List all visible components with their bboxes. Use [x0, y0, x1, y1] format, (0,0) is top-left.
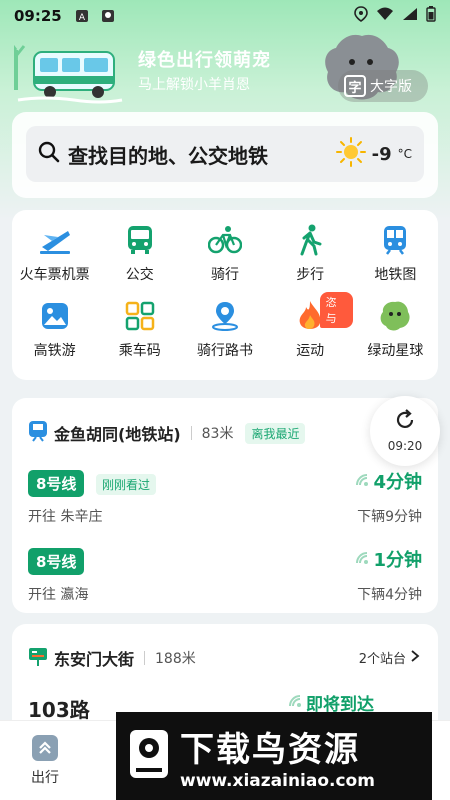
subway-station-icon: [28, 420, 48, 446]
watermark-logo-icon: [126, 726, 172, 786]
line-badge: 8号线: [28, 470, 85, 497]
line-row[interactable]: 8号线 开往 瀛海 1分钟 下辆4分钟: [28, 548, 422, 608]
weather-unit: °C: [397, 147, 412, 161]
photo-icon: [37, 298, 73, 334]
shortcut-bike[interactable]: 骑行: [182, 222, 267, 284]
status-time: 09:25: [14, 7, 62, 25]
large-font-mode-button[interactable]: 字 大字版: [338, 70, 428, 102]
nearest-tag: 离我最近: [245, 422, 306, 444]
shortcut-cycling-routes[interactable]: 骑行路书: [182, 298, 267, 360]
watermark-text: 下载鸟资源: [180, 729, 360, 770]
subway-icon: [377, 222, 413, 258]
shortcut-ride-code[interactable]: 乘车码: [97, 298, 182, 360]
bus-illustration-icon: [8, 40, 124, 106]
nav-label: 出行: [31, 770, 59, 786]
stops-link[interactable]: 2个站台: [359, 648, 420, 667]
shortcut-train-plane[interactable]: 火车票机票: [12, 222, 97, 284]
arrival-time: 1分钟: [355, 546, 422, 572]
shortcut-label: 骑行: [210, 267, 239, 283]
shortcut-label: 乘车码: [118, 343, 161, 359]
bus-icon: [122, 222, 158, 258]
search-icon: [38, 141, 60, 167]
shortcut-subway-map[interactable]: 地铁图: [353, 222, 438, 284]
shortcut-label: 地铁图: [374, 267, 417, 283]
signal-icon: [402, 7, 418, 25]
station-header: 东安门大街 188米: [28, 646, 196, 670]
divider: [144, 651, 146, 665]
station-name: 金鱼胡同(地铁站): [54, 425, 181, 444]
shortcut-label: 步行: [296, 267, 325, 283]
next-arrival: 下辆4分钟: [357, 587, 422, 603]
refresh-icon: [394, 409, 416, 435]
line-direction: 开往 朱辛庄: [28, 509, 103, 525]
arrival-value: 4分钟: [373, 472, 422, 493]
realtime-signal-icon: [288, 693, 302, 713]
search-input[interactable]: 查找目的地、公交地铁 -9 °C: [26, 126, 424, 182]
chevron-right-icon: [410, 649, 420, 666]
realtime-signal-icon: [355, 549, 369, 570]
nav-item-travel[interactable]: 出行: [20, 735, 70, 787]
shortcut-bus[interactable]: 公交: [97, 222, 182, 284]
bus-stop-icon: [28, 646, 48, 670]
status-bar: 09:25 A: [0, 0, 450, 32]
line-badge: 8号线: [28, 548, 85, 575]
recently-viewed-tag: 刚刚看过: [96, 474, 157, 495]
route-pin-icon: [207, 298, 243, 334]
double-chevron-up-icon: [32, 735, 58, 761]
station-distance: 188米: [155, 651, 196, 667]
watermark-overlay: 下载鸟资源 www.xiazainiao.com: [116, 712, 432, 800]
shortcut-sports[interactable]: 恣与 运动: [268, 292, 353, 360]
maps-app-icon: [100, 8, 116, 24]
shortcut-label: 火车票机票: [19, 267, 90, 283]
font-size-icon: 字: [344, 75, 366, 97]
banner-subtitle: 马上解锁小羊肖恩: [138, 77, 250, 93]
shortcut-grid-card: 火车票机票 公交 骑行 步行 地铁图 高铁游 乘车码 骑行路书 恣与 运动 绿动…: [12, 210, 438, 380]
search-card: 查找目的地、公交地铁 -9 °C: [12, 112, 438, 198]
divider: [190, 426, 192, 440]
shortcut-walk[interactable]: 步行: [268, 222, 353, 284]
bike-icon: [207, 222, 243, 258]
shortcut-label: 高铁游: [33, 343, 76, 359]
shortcut-label: 运动: [296, 343, 325, 359]
station-name: 东安门大街: [54, 650, 135, 669]
shortcut-label: 公交: [125, 267, 154, 283]
shortcut-hsr-tour[interactable]: 高铁游: [12, 298, 97, 360]
next-arrival: 下辆9分钟: [357, 509, 422, 525]
watermark-url: www.xiazainiao.com: [180, 770, 375, 791]
shortcut-label: 绿动星球: [367, 343, 424, 359]
svg-text:A: A: [79, 13, 86, 23]
promo-banner[interactable]: 绿色出行领萌宠 马上解锁小羊肖恩 字 大字版: [0, 32, 450, 110]
search-placeholder: 查找目的地、公交地铁: [68, 143, 268, 168]
weather-widget[interactable]: -9 °C: [335, 137, 412, 171]
station-distance: 83米: [201, 426, 234, 442]
train-plane-icon: [37, 222, 73, 258]
refresh-button[interactable]: 09:20: [370, 396, 440, 466]
banner-title: 绿色出行领萌宠: [138, 50, 271, 71]
qr-code-icon: [122, 298, 158, 334]
mascot-icon: [377, 298, 413, 334]
line-row[interactable]: 8号线 刚刚看过 开往 朱辛庄 4分钟 下辆9分钟: [28, 470, 422, 530]
bus-route-number: 103路: [28, 698, 90, 722]
shortcut-grid: 火车票机票 公交 骑行 步行 地铁图 高铁游 乘车码 骑行路书 恣与 运动 绿动…: [12, 222, 438, 360]
last-refresh-time: 09:20: [387, 439, 423, 453]
sun-icon: [335, 137, 366, 171]
stops-count: 2个站台: [358, 652, 406, 667]
wifi-icon: [376, 7, 394, 25]
shortcut-label: 骑行路书: [196, 343, 253, 359]
promo-badge: 恣与: [319, 292, 353, 328]
station-header: 金鱼胡同(地铁站) 83米 离我最近: [28, 420, 306, 446]
line-direction: 开往 瀛海: [28, 587, 89, 603]
battery-icon: [426, 6, 436, 26]
realtime-signal-icon: [355, 471, 369, 492]
location-icon: [354, 6, 368, 26]
arrival-time: 4分钟: [355, 468, 422, 494]
translate-app-icon: A: [74, 8, 90, 24]
arrival-value: 1分钟: [373, 550, 422, 571]
shortcut-green-planet[interactable]: 绿动星球: [353, 298, 438, 360]
large-font-label: 大字版: [370, 79, 412, 95]
weather-temperature: -9: [371, 143, 392, 165]
walk-icon: [292, 222, 328, 258]
